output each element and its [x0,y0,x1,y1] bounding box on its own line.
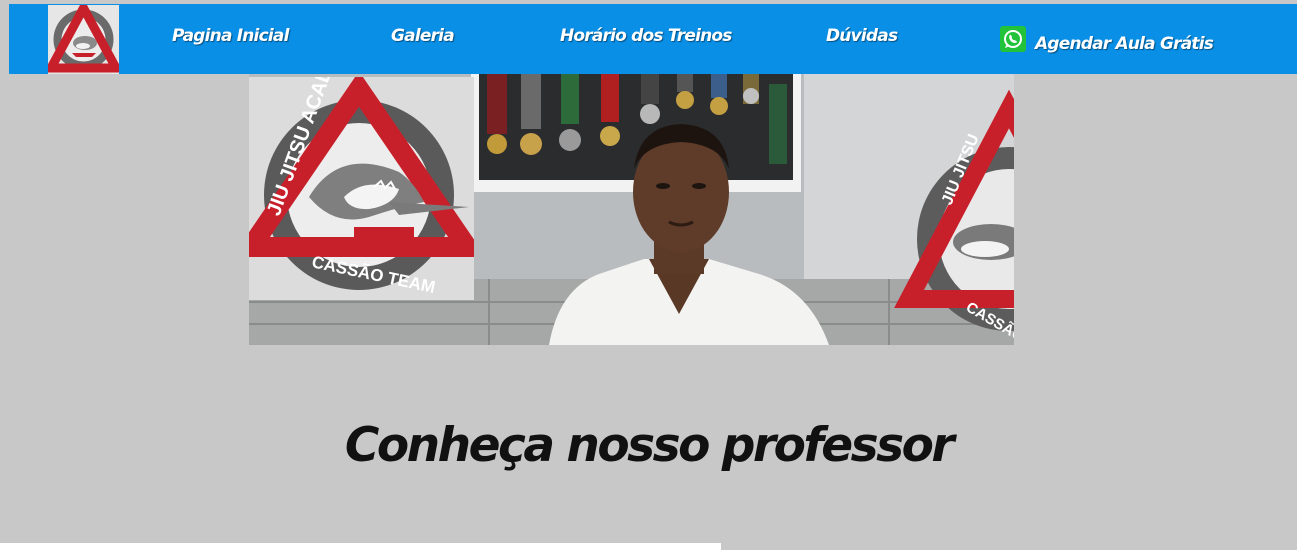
professor-card [0,543,721,550]
nav-logo[interactable] [48,5,119,74]
section-title: Conheça nosso professor [344,418,955,473]
nav-link-faq[interactable]: Dúvidas [826,26,898,46]
academy-logo-icon: JIU JITSU ACADEMY CASSÃO TEAM [249,77,474,300]
nav-link-gallery[interactable]: Galeria [391,26,455,46]
cassao-team-logo-icon [48,5,119,74]
top-navbar: Pagina Inicial Galeria Horário dos Trein… [9,4,1297,74]
nav-link-home[interactable]: Pagina Inicial [172,26,289,46]
nav-link-book-free-class[interactable]: Agendar Aula Grátis [1035,34,1214,54]
nav-link-schedule[interactable]: Horário dos Treinos [560,26,732,46]
whatsapp-icon[interactable] [1000,26,1026,52]
academy-logo: JIU JITSU ACADEMY CASSÃO TEAM [249,77,474,300]
